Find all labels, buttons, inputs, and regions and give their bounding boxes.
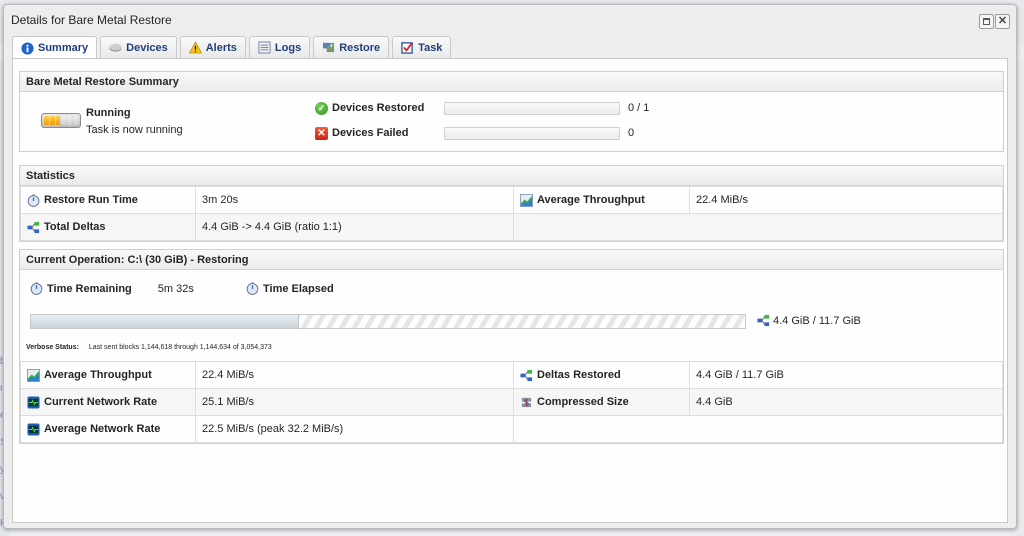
statistics-table: Restore Run Time 3m 20s Average Throughp… — [20, 186, 1003, 241]
statistics-panel: Statistics Restore Run Time 3m 20s Avera… — [19, 165, 1004, 242]
average-throughput-label: Average Throughput — [537, 194, 645, 206]
stopwatch-icon — [246, 282, 259, 295]
compressed-size-label: Compressed Size — [537, 396, 629, 408]
tab-label: Devices — [126, 41, 168, 54]
battery-segment — [55, 116, 61, 125]
current-operation-panel: Current Operation: C:\ (30 GiB) - Restor… — [19, 249, 1004, 444]
status-title: Running — [86, 107, 131, 119]
battery-segment — [73, 116, 78, 125]
summary-heading: Bare Metal Restore Summary — [20, 72, 1003, 92]
table-row: Total Deltas 4.4 GiB -> 4.4 GiB (ratio 1… — [20, 213, 1003, 241]
disk-icon — [109, 43, 122, 52]
devices-failed-value: 0 — [628, 127, 635, 139]
network-icon — [27, 422, 40, 436]
battery-segment — [44, 116, 49, 125]
status-subtitle: Task is now running — [86, 124, 183, 136]
info-icon — [21, 41, 34, 55]
devices-restored-value: 0 / 1 — [628, 102, 650, 114]
devices-failed-row: ✕ Devices Failed 0 — [315, 125, 634, 141]
stopwatch-icon — [27, 193, 40, 207]
battery-segment — [49, 116, 55, 125]
verbose-status: Verbose Status: Last sent blocks 1,144,6… — [26, 344, 272, 351]
current-operation-table: Average Throughput 22.4 MiB/s Deltas Res… — [20, 361, 1003, 443]
restore-run-time-value: 3m 20s — [195, 186, 514, 214]
tab-alerts[interactable]: Alerts — [179, 36, 246, 58]
tab-label: Logs — [274, 41, 302, 54]
tab-label: Task — [418, 41, 443, 54]
close-button[interactable]: ✕ — [995, 14, 1010, 29]
compressed-size-value: 4.4 GiB — [689, 388, 1003, 416]
dialog-title: Details for Bare Metal Restore — [11, 13, 172, 27]
maximize-button[interactable] — [979, 14, 994, 29]
deltas-restored-value: 4.4 GiB / 11.7 GiB — [689, 361, 1003, 389]
devices-restored-bar — [444, 101, 620, 115]
verbose-status-text: Last sent blocks 1,144,618 through 1,144… — [88, 344, 272, 351]
tab-task[interactable]: Task — [392, 36, 452, 58]
battery-segment — [67, 116, 73, 125]
task-icon — [401, 42, 414, 54]
average-network-rate-value: 22.5 MiB/s (peak 32.2 MiB/s) — [195, 415, 514, 443]
running-status-icon — [41, 113, 81, 128]
average-network-rate-label: Average Network Rate — [44, 423, 161, 435]
tab-summary[interactable]: Summary — [12, 36, 98, 59]
stopwatch-icon — [30, 282, 43, 295]
devices-restored-label: Devices Restored — [332, 102, 425, 114]
deltas-restored-label: Deltas Restored — [537, 369, 621, 381]
statistics-heading: Statistics — [20, 166, 1003, 186]
maximize-icon — [983, 18, 990, 25]
error-icon: ✕ — [315, 126, 328, 140]
devices-restored-row: ✓ Devices Restored 0 / 1 — [315, 100, 649, 116]
total-deltas-label: Total Deltas — [44, 221, 106, 233]
check-icon: ✓ — [315, 101, 328, 115]
current-network-rate-label: Current Network Rate — [44, 396, 158, 408]
current-operation-heading: Current Operation: C:\ (30 GiB) - Restor… — [20, 250, 1003, 270]
tab-logs[interactable]: Logs — [248, 36, 311, 58]
deltas-icon — [520, 369, 533, 381]
table-row: Average Network Rate 22.5 MiB/s (peak 32… — [20, 415, 1003, 443]
time-elapsed: Time Elapsed — [246, 282, 338, 295]
summary-panel: Bare Metal Restore Summary Running Task … — [19, 71, 1004, 152]
tab-content-summary: Bare Metal Restore Summary Running Task … — [12, 58, 1008, 523]
tab-label: Restore — [339, 41, 381, 54]
table-row: Restore Run Time 3m 20s Average Throughp… — [20, 186, 1003, 214]
warning-icon — [188, 41, 202, 54]
close-icon: ✕ — [997, 15, 1008, 27]
time-elapsed-label: Time Elapsed — [263, 282, 334, 295]
time-remaining-label: Time Remaining — [47, 282, 132, 295]
operation-progress-label: 4.4 GiB / 11.7 GiB — [757, 314, 861, 327]
average-throughput-value: 22.4 MiB/s — [689, 186, 1003, 214]
average-throughput-label: Average Throughput — [44, 369, 152, 381]
chart-icon — [27, 368, 40, 382]
tab-label: Summary — [38, 42, 89, 54]
chart-icon — [520, 193, 533, 207]
table-row: Current Network Rate 25.1 MiB/s Compress… — [20, 388, 1003, 416]
restore-run-time-label: Restore Run Time — [44, 194, 138, 206]
verbose-status-label: Verbose Status: — [26, 344, 79, 351]
table-row: Average Throughput 22.4 MiB/s Deltas Res… — [20, 361, 1003, 389]
deltas-icon — [757, 314, 770, 327]
empty-cell — [513, 213, 1003, 241]
deltas-icon — [27, 221, 40, 233]
network-icon — [27, 395, 40, 409]
tab-bar: Summary Devices Alerts Logs Restore Task — [12, 36, 454, 59]
battery-segment — [61, 116, 67, 125]
devices-failed-label: Devices Failed — [332, 127, 409, 139]
empty-cell — [513, 415, 1003, 443]
total-deltas-value: 4.4 GiB -> 4.4 GiB (ratio 1:1) — [195, 213, 514, 241]
current-network-rate-value: 25.1 MiB/s — [195, 388, 514, 416]
tab-devices[interactable]: Devices — [100, 36, 177, 58]
log-icon — [258, 41, 271, 54]
devices-failed-bar — [444, 126, 620, 140]
restore-icon — [323, 42, 335, 53]
compress-icon — [521, 397, 532, 407]
average-throughput-value: 22.4 MiB/s — [195, 361, 514, 389]
operation-progress-fill — [31, 315, 300, 328]
tab-label: Alerts — [205, 41, 237, 54]
time-remaining: Time Remaining 5m 32s — [30, 282, 194, 295]
tab-restore[interactable]: Restore — [313, 36, 390, 58]
time-remaining-value: 5m 32s — [157, 282, 194, 295]
operation-progress-bar — [30, 314, 746, 329]
details-dialog: Details for Bare Metal Restore ✕ Summary… — [3, 4, 1017, 529]
operation-progress-text: 4.4 GiB / 11.7 GiB — [773, 314, 861, 327]
